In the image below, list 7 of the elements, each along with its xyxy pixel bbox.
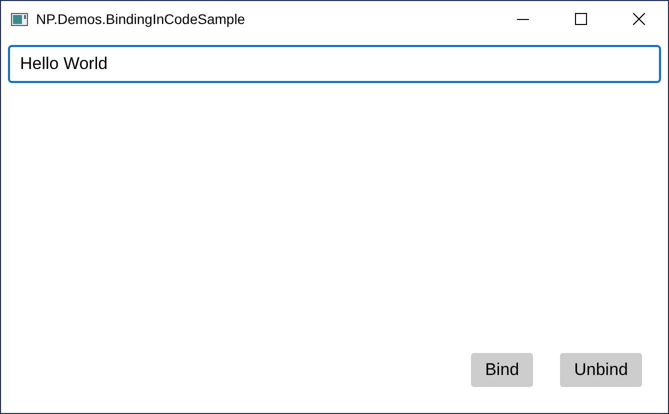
close-icon xyxy=(633,13,645,25)
app-icon xyxy=(11,12,28,26)
maximize-icon xyxy=(575,13,587,25)
action-button[interactable]: Unbind xyxy=(560,353,642,387)
text-field[interactable]: Hello World xyxy=(8,45,661,83)
action-button[interactable]: Bind xyxy=(471,353,534,387)
window-title: NP.Demos.BindingInCodeSample xyxy=(36,11,246,27)
